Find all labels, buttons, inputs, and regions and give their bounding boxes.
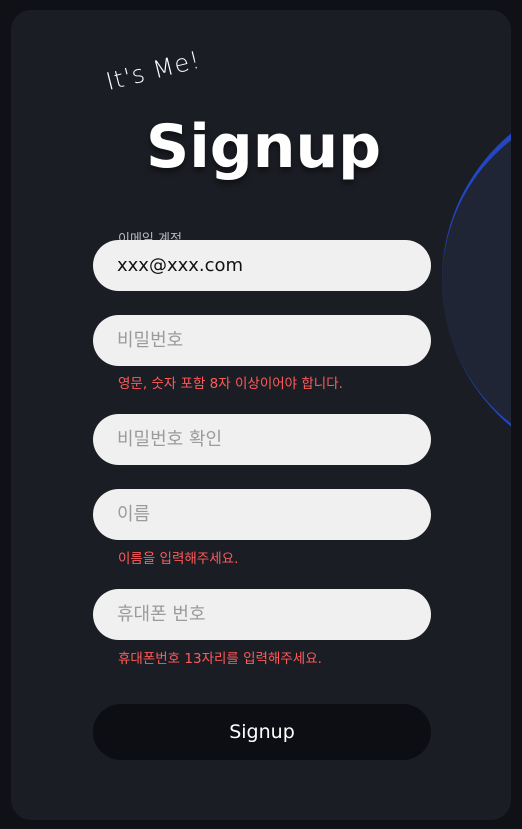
tagline: It's Me!: [103, 45, 204, 96]
phone-field[interactable]: [93, 589, 431, 640]
signup-card: It's Me! Signup 이메일 계정 영문, 숫자 포함 8자 이상이어…: [11, 10, 511, 820]
decorative-circle: [442, 102, 511, 462]
signup-button[interactable]: Signup: [93, 704, 431, 760]
password-confirm-field[interactable]: [93, 414, 431, 465]
password-field[interactable]: [93, 315, 431, 366]
name-error: 이름을 입력해주세요.: [118, 551, 239, 567]
password-error: 영문, 숫자 포함 8자 이상이어야 합니다.: [118, 376, 343, 392]
name-field[interactable]: [93, 489, 431, 540]
page-title: Signup: [146, 112, 382, 182]
email-field[interactable]: [93, 240, 431, 291]
phone-error: 휴대폰번호 13자리를 입력해주세요.: [118, 651, 322, 667]
